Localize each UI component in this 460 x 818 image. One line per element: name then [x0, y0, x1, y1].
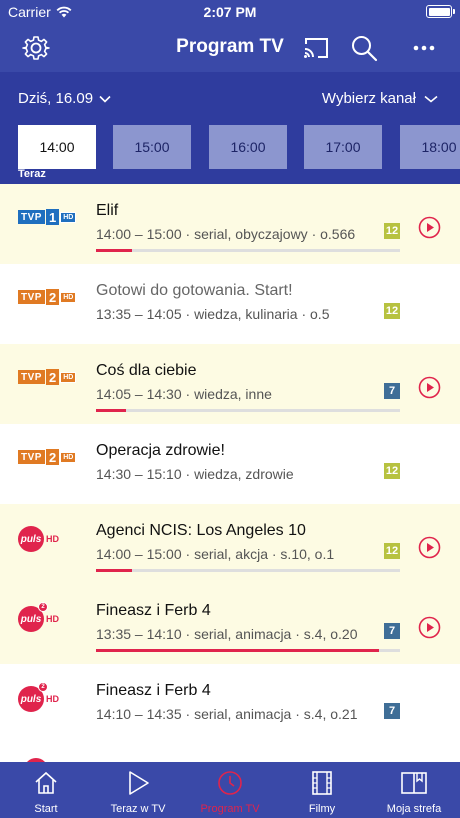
tab-label: Start [34, 803, 58, 815]
age-rating-badge: 12 [384, 223, 400, 239]
clock-icon [184, 770, 276, 798]
progress-bar [96, 569, 400, 572]
program-row[interactable]: TVP 1 HD Elif 14:00 – 15:00 · serial, obyc… [0, 184, 460, 264]
tab-teraz-w-tv[interactable]: Teraz w TV [92, 762, 184, 818]
play-icon[interactable] [418, 216, 441, 239]
program-title: Fineasz i Ferb 4 [96, 682, 211, 699]
channel-logo-puls: puls HD [18, 526, 74, 552]
tab-bar: Start Teraz w TV Program TV Filmy Moja s… [0, 762, 460, 818]
program-row[interactable]: puls HD Agenci NCIS: Los Angeles 10 14:00… [0, 504, 460, 584]
tab-label: Filmy [308, 803, 336, 815]
program-title: Elif [96, 202, 119, 219]
program-row[interactable]: puls HD 2 Fineasz i Ferb 4 14:10 – 14:35 ·… [0, 664, 460, 744]
program-title: Fineasz i Ferb 4 [96, 602, 211, 619]
program-meta: 14:05 – 14:30 · wiedza, inne [96, 386, 272, 402]
program-row[interactable]: TVP 2 HD Gotowi do gotowania. Start! 13:35… [0, 264, 460, 344]
program-title: Operacja zdrowie! [96, 442, 225, 459]
filter-bar: Dziś, 16.09 Wybierz kanał 14:00 15:00 16… [0, 72, 460, 184]
channel-dropdown[interactable]: Wybierz kanał [322, 90, 438, 107]
age-rating-badge: 12 [384, 303, 400, 319]
age-rating-badge: 12 [384, 463, 400, 479]
play-icon[interactable] [418, 536, 441, 559]
channel-logo-tvp2: TVP 2 HD [18, 286, 77, 308]
more-icon[interactable] [408, 32, 440, 64]
film-icon [276, 770, 368, 798]
age-rating-badge: 7 [384, 623, 400, 639]
time-slot[interactable]: 17:00 [304, 125, 382, 169]
progress-bar [96, 649, 400, 652]
tab-moja-strefa[interactable]: Moja strefa [368, 762, 460, 818]
tab-start[interactable]: Start [0, 762, 92, 818]
date-dropdown[interactable]: Dziś, 16.09 [18, 90, 111, 107]
time-slot[interactable]: 18:00 [400, 125, 460, 169]
tab-label: Program TV [200, 803, 260, 815]
channel-logo-tvp2: TVP 2 HD [18, 366, 77, 388]
program-meta: 13:35 – 14:05 · wiedza, kulinaria · o.5 [96, 306, 330, 322]
now-label: Teraz [18, 168, 46, 180]
channel-label: Wybierz kanał [321, 90, 416, 107]
progress-bar [96, 249, 400, 252]
tab-label: Teraz w TV [110, 803, 166, 815]
program-title: Gotowi do gotowania. Start! [96, 282, 293, 299]
status-time: 2:07 PM [203, 4, 257, 20]
home-icon [0, 770, 92, 798]
program-row[interactable]: TVP 2 HD Operacja zdrowie! 14:30 – 15:10 ·… [0, 424, 460, 504]
program-list[interactable]: TVP 1 HD Elif 14:00 – 15:00 · serial, obyc… [0, 184, 460, 762]
program-row[interactable]: puls HD 2 Fineasz i Ferb 4 13:35 – 14:10 ·… [0, 584, 460, 664]
program-row[interactable] [0, 744, 460, 762]
chevron-down-icon [99, 95, 111, 103]
time-slot[interactable]: 16:00 [209, 125, 287, 169]
tab-label: Moja strefa [386, 803, 442, 815]
age-rating-badge: 12 [384, 543, 400, 559]
program-meta: 14:10 – 14:35 · serial, animacja · s.4, … [96, 706, 358, 722]
program-row[interactable]: TVP 2 HD Coś dla ciebie 14:05 – 14:30 · wi… [0, 344, 460, 424]
time-slot-strip[interactable]: 14:00 15:00 16:00 17:00 18:00 [18, 125, 460, 169]
play-icon[interactable] [418, 376, 441, 399]
program-meta: 14:30 – 15:10 · wiedza, zdrowie [96, 466, 294, 482]
play-icon[interactable] [418, 616, 441, 639]
program-meta: 14:00 – 15:00 · serial, akcja · s.10, o.… [96, 546, 335, 562]
date-label: Dziś, 16.09 [18, 90, 94, 107]
program-title: Coś dla ciebie [96, 362, 197, 379]
time-slot[interactable]: 15:00 [113, 125, 191, 169]
tab-program-tv[interactable]: Program TV [184, 762, 276, 818]
tab-filmy[interactable]: Filmy [276, 762, 368, 818]
chevron-down-icon [424, 95, 438, 103]
battery-icon [426, 5, 455, 18]
search-icon[interactable] [348, 32, 380, 64]
status-bar: Carrier 2:07 PM [0, 0, 460, 24]
book-icon [368, 770, 460, 798]
program-meta: 13:35 – 14:10 · serial, animacja · s.4, … [96, 626, 358, 642]
progress-bar [96, 409, 400, 412]
channel-logo-puls2: puls HD 2 [18, 602, 74, 632]
nav-bar: Program TV [0, 24, 460, 72]
channel-logo-tvp2: TVP 2 HD [18, 446, 77, 468]
channel-logo-tvp1: TVP 1 HD [18, 206, 77, 228]
play-icon [92, 770, 184, 798]
time-slot[interactable]: 14:00 [18, 125, 96, 169]
page-title: Program TV [176, 36, 284, 57]
channel-logo-puls2: puls HD 2 [18, 682, 74, 712]
age-rating-badge: 7 [384, 383, 400, 399]
age-rating-badge: 7 [384, 703, 400, 719]
cast-icon[interactable] [300, 32, 332, 64]
program-title: Agenci NCIS: Los Angeles 10 [96, 522, 306, 539]
program-meta: 14:00 – 15:00 · serial, obyczajowy · o.5… [96, 226, 356, 242]
